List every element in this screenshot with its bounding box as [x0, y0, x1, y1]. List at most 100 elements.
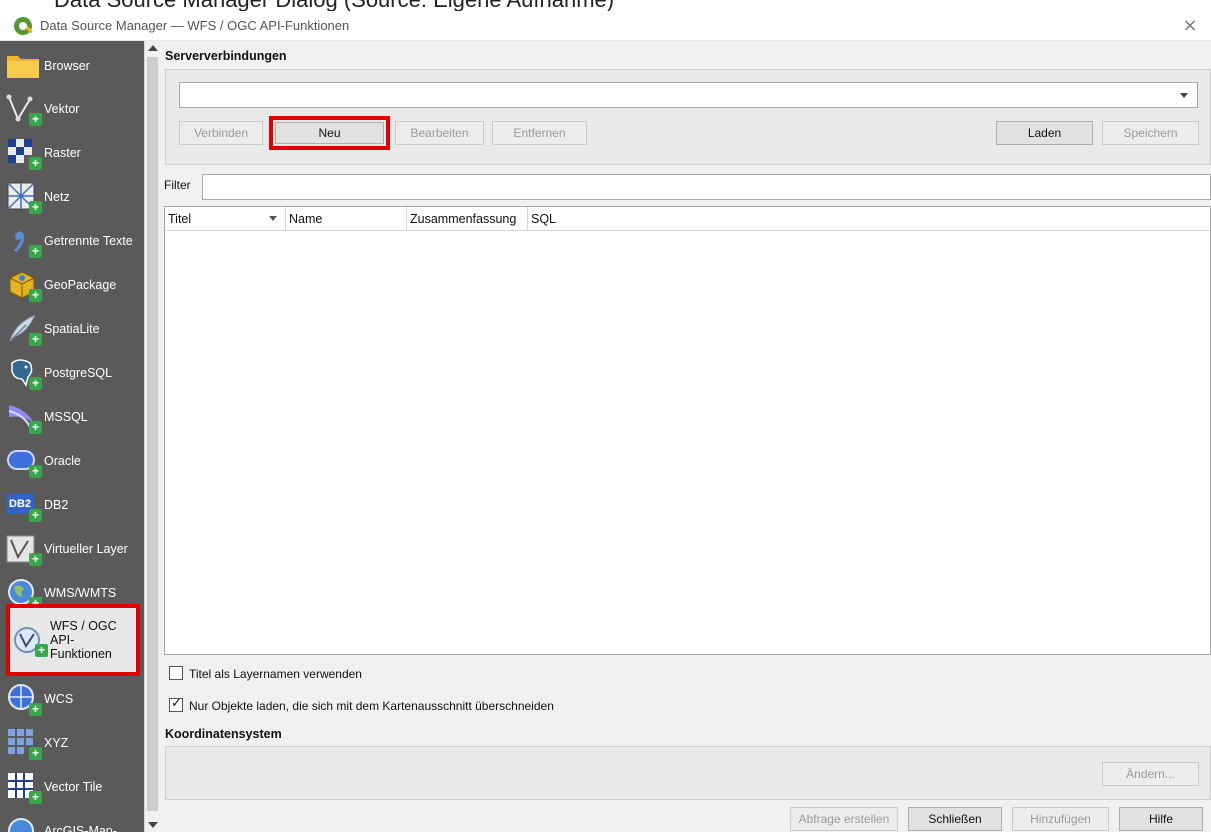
sidebar-item-vector-tile[interactable]: + Vector Tile — [6, 765, 140, 809]
add-plus-icon: + — [29, 465, 42, 478]
figure-caption: Data Source Manager Dialog (Source: Eige… — [0, 0, 1211, 11]
sidebar-item-db2[interactable]: DB2 + DB2 — [6, 483, 140, 527]
sidebar-item-wcs[interactable]: + WCS — [6, 677, 140, 721]
raster-icon: + — [6, 137, 42, 170]
sort-down-icon — [269, 216, 277, 221]
sidebar-item-label: Getrennte Texte — [44, 234, 133, 248]
vector-tile-icon: + — [6, 771, 42, 804]
intersect-label: Nur Objekte laden, die sich mit dem Kart… — [189, 699, 554, 713]
sidebar-item-label: Vector Tile — [44, 780, 103, 794]
sidebar-item-delimited-text[interactable]: + Getrennte Texte — [6, 219, 140, 263]
column-header-summary[interactable]: Zusammenfassung — [407, 207, 528, 231]
load-button[interactable]: Laden — [996, 121, 1093, 145]
connection-combo[interactable] — [179, 82, 1198, 108]
add-plus-icon: + — [29, 113, 42, 126]
sidebar-item-postgresql[interactable]: + PostgreSQL — [6, 351, 140, 395]
sidebar-item-label: DB2 — [44, 498, 69, 512]
help-button[interactable]: Hilfe — [1119, 807, 1203, 831]
sidebar-item-arcgis[interactable]: ArcGIS-Map- — [6, 809, 140, 832]
sidebar-item-oracle[interactable]: + Oracle — [6, 439, 140, 483]
table-header: Titel Name Zusammenfassung SQL — [165, 207, 1210, 231]
sidebar-item-wfs[interactable]: + WFS / OGC API-Funktionen — [6, 604, 140, 676]
connect-button[interactable]: Verbinden — [179, 121, 263, 145]
sidebar-item-label: XYZ — [44, 736, 69, 750]
save-button[interactable]: Speichern — [1102, 121, 1199, 145]
sidebar-item-label: Raster — [44, 146, 81, 160]
intersect-checkbox[interactable] — [169, 696, 183, 712]
column-header-label: Titel — [168, 212, 192, 226]
chevron-down-icon — [1180, 93, 1188, 98]
qgis-logo-icon — [14, 16, 32, 35]
column-header-title[interactable]: Titel — [165, 207, 286, 231]
sidebar-item-mesh[interactable]: + Netz — [6, 175, 140, 219]
sidebar-item-label: Virtueller Layer — [44, 542, 128, 556]
use-title-label: Titel als Layernamen verwenden — [189, 667, 362, 681]
sidebar-item-label: PostgreSQL — [44, 366, 113, 380]
add-plus-icon: + — [29, 333, 42, 346]
scroll-thumb[interactable] — [147, 57, 158, 811]
column-header-name[interactable]: Name — [286, 207, 407, 231]
crs-title: Koordinatensystem — [165, 727, 282, 741]
scroll-up-icon[interactable] — [148, 45, 158, 51]
change-crs-button[interactable]: Ändern... — [1102, 762, 1199, 786]
sidebar-scrollbar[interactable] — [144, 41, 160, 832]
use-title-checkbox[interactable] — [169, 666, 183, 680]
sidebar-item-label: WMS/WMTS — [44, 586, 117, 600]
add-plus-icon: + — [29, 703, 42, 716]
sidebar-item-vector[interactable]: + Vektor — [6, 87, 140, 131]
sidebar-item-label: Netz — [44, 190, 70, 204]
sidebar-item-mssql[interactable]: + MSSQL — [6, 395, 140, 439]
folder-icon — [6, 50, 40, 82]
add-plus-icon: + — [29, 377, 42, 390]
delimited-text-icon: + — [6, 225, 42, 258]
scroll-down-icon[interactable] — [148, 822, 158, 828]
sidebar-item-label: GeoPackage — [44, 278, 117, 292]
new-button[interactable]: Neu — [275, 122, 384, 144]
add-plus-icon: + — [29, 553, 42, 566]
add-plus-icon: + — [29, 289, 42, 302]
column-header-sql[interactable]: SQL — [528, 207, 1211, 231]
sidebar-item-xyz[interactable]: + XYZ — [6, 721, 140, 765]
window-titlebar: Data Source Manager — WFS / OGC API-Funk… — [0, 11, 1211, 41]
close-icon[interactable]: × — [1179, 15, 1201, 36]
db2-icon: DB2 + — [6, 489, 42, 522]
sidebar-item-label: Vektor — [44, 102, 80, 116]
arcgis-icon — [6, 815, 40, 832]
sidebar-item-raster[interactable]: + Raster — [6, 131, 140, 175]
sidebar-item-virtual-layer[interactable]: + Virtueller Layer — [6, 527, 140, 571]
layer-table[interactable]: Titel Name Zusammenfassung SQL — [164, 206, 1211, 655]
geopackage-icon: + — [6, 269, 42, 302]
server-connections-group: Verbinden Neu Bearbeiten Entfernen Laden… — [165, 69, 1211, 165]
sidebar-item-browser[interactable]: Browser — [6, 44, 140, 88]
wfs-icon: + — [12, 624, 48, 657]
sidebar-item-label: ArcGIS-Map- — [44, 824, 117, 832]
main-panel: Serververbindungen Verbinden Neu Bearbei… — [160, 41, 1211, 832]
remove-button[interactable]: Entfernen — [492, 121, 587, 145]
db2-badge-text: DB2 — [9, 498, 32, 510]
close-button[interactable]: Schließen — [908, 807, 1002, 831]
add-plus-icon: + — [29, 157, 42, 170]
add-button[interactable]: Hinzufügen — [1012, 807, 1109, 831]
source-sidebar: Browser + Vektor + Raster + Netz + Getre… — [0, 41, 144, 832]
add-plus-icon: + — [29, 747, 42, 760]
sidebar-item-geopackage[interactable]: + GeoPackage — [6, 263, 140, 307]
oracle-icon: + — [6, 445, 42, 478]
add-plus-icon: + — [29, 201, 42, 214]
sidebar-item-label: SpatiaLite — [44, 322, 100, 336]
edit-button[interactable]: Bearbeiten — [395, 121, 484, 145]
build-query-button[interactable]: Abfrage erstellen — [790, 807, 898, 831]
filter-label: Filter — [164, 178, 191, 192]
sidebar-item-spatialite[interactable]: + SpatiaLite — [6, 307, 140, 351]
postgresql-icon: + — [6, 357, 42, 390]
add-plus-icon: + — [29, 245, 42, 258]
mssql-icon: + — [6, 401, 42, 434]
sidebar-item-label: WFS / OGC API-Funktionen — [50, 619, 117, 661]
virtual-layer-icon: + — [6, 533, 42, 566]
mesh-icon: + — [6, 181, 42, 214]
add-plus-icon: + — [29, 509, 42, 522]
wcs-icon: + — [6, 683, 42, 716]
filter-input[interactable] — [202, 174, 1211, 200]
sidebar-item-label: MSSQL — [44, 410, 88, 424]
sidebar-item-label: Oracle — [44, 454, 81, 468]
spatialite-icon: + — [6, 313, 42, 346]
